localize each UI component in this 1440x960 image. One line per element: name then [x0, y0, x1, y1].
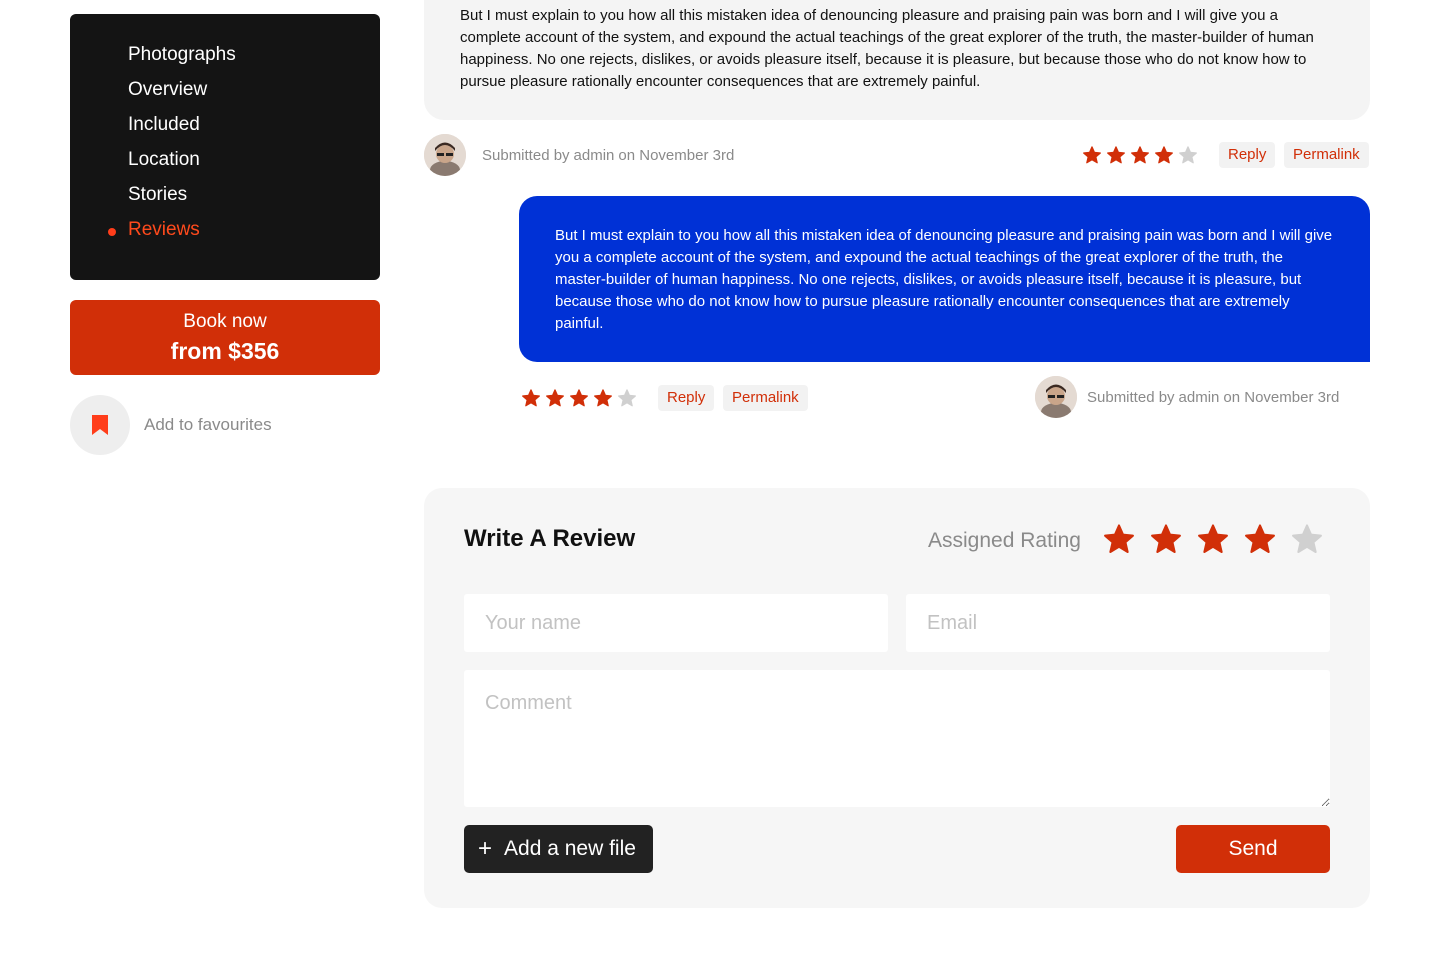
bookmark-icon — [70, 395, 130, 455]
write-review-title: Write A Review — [464, 525, 636, 552]
sidebar-item-overview[interactable]: Overview — [70, 77, 380, 112]
add-to-favourites-button[interactable]: Add to favourites — [70, 395, 272, 455]
star-filled-icon — [1130, 145, 1154, 167]
avatar — [424, 134, 466, 176]
sidebar-item-label: Included — [128, 114, 200, 135]
reply-permalink-button[interactable]: Permalink — [723, 385, 808, 411]
permalink-button[interactable]: Permalink — [1284, 142, 1369, 168]
reply-reply-button[interactable]: Reply — [658, 385, 715, 411]
sidebar-item-location[interactable]: Location — [70, 147, 380, 182]
reply-text-card: But I must explain to you how all this m… — [519, 196, 1370, 362]
review-text: But I must explain to you how all this m… — [460, 7, 1314, 90]
write-review-form: Write A Review Assigned Rating + Add a n… — [424, 488, 1370, 908]
star-filled-icon — [569, 388, 593, 410]
reply-meta: Submitted by admin on November 3rd — [1035, 376, 1339, 418]
send-button[interactable]: Send — [1176, 825, 1330, 873]
star-filled-icon[interactable] — [1149, 523, 1196, 557]
star-empty-icon[interactable] — [1290, 523, 1337, 557]
reply-author: admin — [1178, 388, 1220, 406]
sidebar-item-label: Location — [128, 149, 200, 170]
star-filled-icon — [1106, 145, 1130, 167]
plus-icon: + — [478, 835, 493, 862]
reply-text: But I must explain to you how all this m… — [555, 227, 1333, 332]
sidebar-item-photographs[interactable]: Photographs — [70, 42, 380, 77]
review-rating-stars — [1082, 145, 1202, 167]
submitted-by-label: Submitted by — [1087, 388, 1175, 406]
star-filled-icon — [1082, 145, 1106, 167]
sidebar-item-label: Reviews — [128, 219, 200, 240]
name-input[interactable] — [464, 594, 888, 652]
book-price-label: from $356 — [170, 338, 280, 364]
sidebar-item-stories[interactable]: Stories — [70, 182, 380, 217]
book-now-label: Book now — [183, 311, 267, 332]
assigned-rating-stars[interactable] — [1102, 523, 1337, 557]
avatar — [1035, 376, 1077, 418]
sidebar-nav: Photographs Overview Included Location S… — [70, 14, 380, 280]
review-text-card: But I must explain to you how all this m… — [424, 0, 1370, 120]
sidebar-nav-list: Photographs Overview Included Location S… — [70, 42, 380, 252]
star-empty-icon — [1178, 145, 1202, 167]
star-filled-icon[interactable] — [1196, 523, 1243, 557]
assigned-rating-label: Assigned Rating — [928, 529, 1081, 552]
comment-textarea[interactable] — [464, 670, 1330, 807]
sidebar-item-included[interactable]: Included — [70, 112, 380, 147]
sidebar-item-label: Photographs — [128, 44, 236, 65]
sidebar-item-reviews[interactable]: Reviews — [70, 217, 380, 252]
submitted-by-label: Submitted by — [482, 146, 570, 164]
reply-date: on November 3rd — [1223, 388, 1340, 406]
reply-button[interactable]: Reply — [1219, 142, 1276, 168]
add-file-button[interactable]: + Add a new file — [464, 825, 653, 873]
add-file-label: Add a new file — [504, 837, 636, 860]
book-now-button[interactable]: Book now from $356 — [70, 300, 380, 375]
sidebar-item-label: Overview — [128, 79, 208, 100]
email-field[interactable] — [906, 594, 1330, 652]
star-filled-icon — [545, 388, 569, 410]
star-filled-icon — [521, 388, 545, 410]
star-filled-icon[interactable] — [1102, 523, 1149, 557]
reply-rating-stars — [521, 388, 641, 410]
review-meta: Submitted by admin on November 3rd — [424, 134, 734, 176]
active-dot-icon — [108, 228, 116, 236]
star-filled-icon — [1154, 145, 1178, 167]
star-empty-icon — [617, 388, 641, 410]
star-filled-icon[interactable] — [1243, 523, 1290, 557]
sidebar-item-label: Stories — [128, 184, 188, 205]
star-filled-icon — [593, 388, 617, 410]
review-author: admin — [573, 146, 615, 164]
review-date: on November 3rd — [618, 146, 735, 164]
favourites-label: Add to favourites — [144, 415, 272, 434]
